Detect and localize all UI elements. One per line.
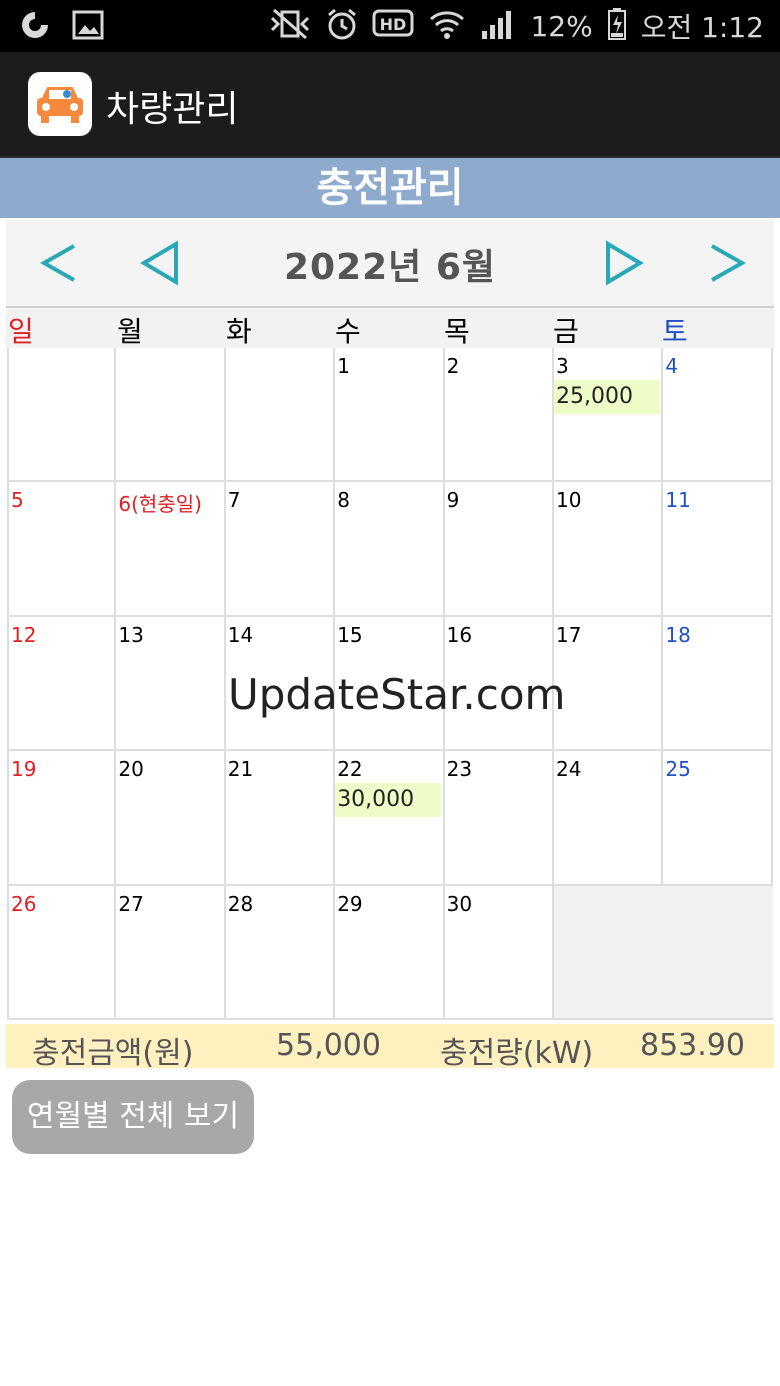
- next-month-button[interactable]: [596, 238, 646, 288]
- calendar-day-number: 25: [665, 757, 691, 782]
- calendar-day-number: 12: [11, 622, 37, 647]
- calendar-day-number: 14: [227, 622, 254, 647]
- calendar-day-cell[interactable]: 13: [116, 616, 226, 752]
- calendar-day-cell[interactable]: 23: [444, 751, 554, 886]
- calendar-day-number: 7: [227, 488, 241, 513]
- app-notification-icon: [18, 8, 52, 46]
- calendar-day-number: 19: [11, 757, 37, 782]
- alarm-icon: [326, 7, 358, 45]
- calendar-day-number: 17: [556, 622, 582, 647]
- charge-amount-entry[interactable]: 25,000: [554, 380, 660, 414]
- calendar-empty-cell: [554, 885, 664, 1020]
- energy-value: 853.90: [640, 1028, 745, 1063]
- calendar-day-cell[interactable]: 11: [663, 482, 773, 617]
- calendar-day-cell[interactable]: 19: [7, 751, 117, 886]
- calendar-day-number: 15: [337, 622, 363, 647]
- calendar-day-cell[interactable]: 26: [7, 885, 117, 1020]
- calendar-day-number: 24: [556, 757, 582, 782]
- calendar-day-number: 9: [446, 488, 460, 513]
- car-app-icon[interactable]: [28, 72, 92, 136]
- calendar-day-cell[interactable]: 3 25,000: [554, 348, 664, 483]
- calendar-day-number: 5: [11, 488, 24, 513]
- calendar-day-number: 16: [446, 622, 473, 647]
- calendar-day-number: 22: [337, 757, 363, 782]
- calendar-day-cell[interactable]: 29: [335, 885, 445, 1020]
- app-title: 차량관리: [106, 89, 239, 130]
- weekday-fri: 금: [553, 315, 579, 348]
- calendar-day-cell[interactable]: 1: [335, 348, 445, 483]
- calendar-day-cell[interactable]: 7: [225, 482, 336, 617]
- clock: 오전 1:12: [640, 11, 764, 44]
- calendar-day-cell[interactable]: 17: [554, 616, 664, 752]
- calendar-day-cell[interactable]: [116, 348, 226, 483]
- calendar-day-cell[interactable]: 10: [554, 482, 664, 617]
- calendar-day-number: 23: [446, 757, 473, 782]
- calendar-day-cell[interactable]: 6(현충일): [116, 482, 226, 617]
- calendar-day-number: 21: [227, 757, 254, 782]
- calendar-day-number: 28: [227, 891, 254, 916]
- calendar-day-cell[interactable]: [225, 348, 336, 483]
- calendar-day-cell[interactable]: 22 30,000: [335, 751, 445, 886]
- summary-bar: 충전금액(원) 55,000 충전량(kW) 853.90: [6, 1024, 774, 1071]
- status-bar: HD 12% 오전 1:12: [0, 0, 780, 52]
- weekday-tue: 화: [226, 315, 252, 348]
- weekday-sun: 일: [8, 315, 34, 348]
- calendar-day-number: 13: [118, 622, 144, 647]
- battery-percent: 12%: [530, 9, 593, 43]
- calendar-day-number: 26: [11, 891, 37, 916]
- calendar-day-number: 3: [556, 354, 569, 378]
- watermark-text: UpdateStar.com: [228, 670, 566, 719]
- calendar-day-number: 4: [665, 354, 679, 378]
- calendar-day-cell[interactable]: 5: [7, 482, 117, 617]
- amount-label: 충전금액(원): [32, 1036, 194, 1071]
- calendar-day-number: 1: [337, 354, 350, 378]
- calendar-day-number: 8: [337, 488, 350, 513]
- weekday-mon: 월: [117, 315, 143, 348]
- weekday-thu: 목: [444, 315, 470, 348]
- gallery-icon: [72, 9, 104, 45]
- calendar-day-number: 11: [665, 488, 691, 513]
- calendar-day-cell[interactable]: 2: [444, 348, 554, 483]
- charge-amount-entry[interactable]: 30,000: [335, 783, 442, 818]
- calendar-day-cell[interactable]: 18: [663, 616, 773, 752]
- energy-label: 충전량(kW): [440, 1036, 594, 1071]
- calendar-day-number: 20: [118, 757, 144, 782]
- next-year-button[interactable]: [700, 238, 750, 288]
- wifi-icon: [428, 7, 466, 45]
- vibrate-mute-icon: [268, 8, 312, 44]
- calendar-day-number: 18: [665, 622, 691, 647]
- calendar-day-number: 27: [118, 891, 144, 916]
- app-bar: 차량관리: [0, 52, 780, 160]
- month-label: 2022년 6월: [283, 247, 497, 288]
- calendar-day-number: 29: [337, 891, 363, 916]
- weekday-header: 일 월 화 수 목 금 토: [6, 308, 774, 348]
- month-navigation: 2022년 6월: [6, 220, 774, 308]
- calendar-day-cell[interactable]: 25: [663, 751, 773, 886]
- calendar-empty-cell: [663, 885, 773, 1020]
- calendar-day-cell[interactable]: 12: [7, 616, 117, 752]
- calendar-day-number: 2: [446, 354, 460, 378]
- calendar-day-cell[interactable]: 4: [663, 348, 773, 483]
- calendar-day-number: 30: [446, 891, 473, 916]
- calendar-day-number: 10: [556, 488, 582, 513]
- signal-icon: [480, 7, 516, 45]
- amount-value: 55,000: [276, 1028, 381, 1063]
- calendar-day-cell[interactable]: 21: [225, 751, 336, 886]
- calendar-day-cell[interactable]: 28: [225, 885, 336, 1020]
- hd-voice-icon: HD: [372, 8, 414, 44]
- calendar-day-cell[interactable]: 8: [335, 482, 445, 617]
- page-title: 충전관리: [0, 158, 780, 218]
- battery-charging-icon: [607, 7, 627, 45]
- calendar-day-cell[interactable]: 24: [554, 751, 664, 886]
- calendar-day-cell[interactable]: 20: [116, 751, 226, 886]
- calendar-day-number: 6(현충일): [118, 492, 202, 517]
- weekday-sat: 토: [662, 315, 688, 348]
- view-all-button[interactable]: 연월별 전체 보기: [12, 1080, 254, 1154]
- svg-text:HD: HD: [380, 15, 407, 34]
- calendar-day-cell[interactable]: 30: [444, 885, 554, 1020]
- weekday-wed: 수: [335, 315, 361, 348]
- calendar-day-cell[interactable]: 27: [116, 885, 226, 1020]
- calendar-day-cell[interactable]: [7, 348, 117, 483]
- calendar-day-cell[interactable]: 9: [444, 482, 554, 617]
